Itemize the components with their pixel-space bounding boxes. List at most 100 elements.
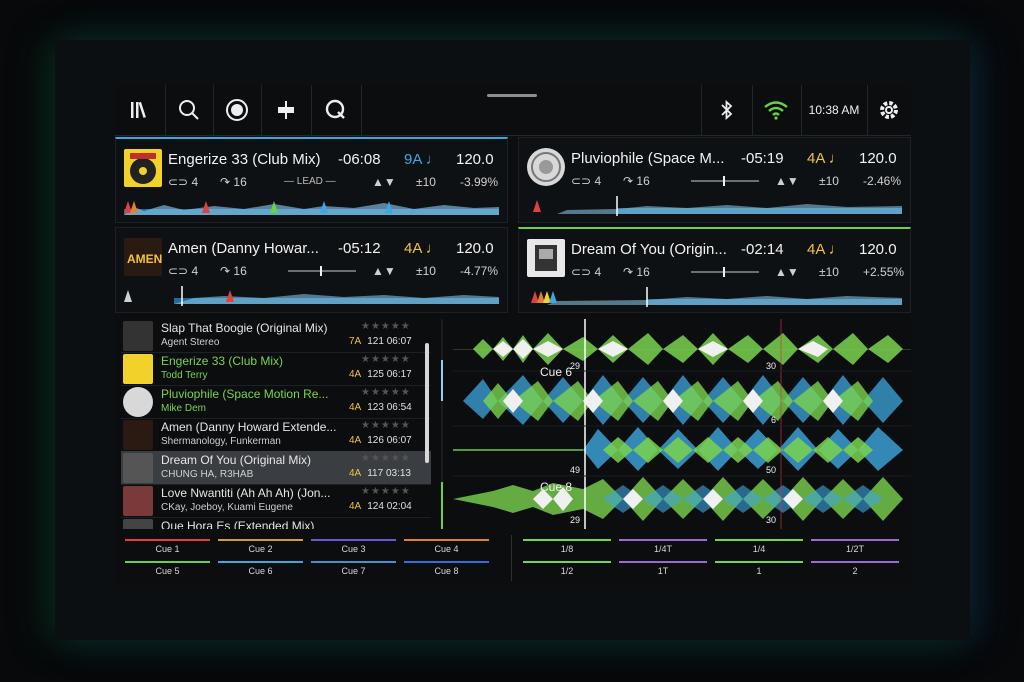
wifi-button[interactable] xyxy=(751,85,802,135)
track-overview-waveform[interactable] xyxy=(527,287,902,307)
pitch-nudge[interactable]: ▲▼ xyxy=(775,174,799,188)
track-overview-waveform[interactable] xyxy=(124,286,499,306)
track-overview-waveform[interactable] xyxy=(527,196,902,216)
cue-1-pad[interactable]: Cue 1 xyxy=(121,539,214,559)
cue-7-pad[interactable]: Cue 7 xyxy=(307,561,400,581)
up-down-icon: ▲▼ xyxy=(775,265,799,279)
library-scrollbar[interactable] xyxy=(425,343,429,463)
pitch-percent: +2.55% xyxy=(863,265,905,279)
loop-size[interactable]: ⊂⊃ 4 xyxy=(571,174,601,188)
list-item-meta: 7A 121 06:07 xyxy=(349,336,412,347)
rating-stars[interactable]: ★★★★★ xyxy=(361,486,411,497)
list-item[interactable]: Engerize 33 (Club Mix) Todd Terry ★★★★★ … xyxy=(121,352,431,386)
loop-1-2-pad[interactable]: 1/2 xyxy=(519,561,615,581)
record-button[interactable] xyxy=(213,85,262,135)
up-down-icon: ▲▼ xyxy=(372,264,396,278)
loop-1-4-pad[interactable]: 1/4 xyxy=(711,539,807,559)
deck-number-4[interactable]: 4 xyxy=(441,482,443,529)
pitch-range[interactable]: ±10 xyxy=(819,174,839,188)
grid-edit-button[interactable] xyxy=(261,85,312,135)
beatjump-size[interactable]: ↷ 16 xyxy=(623,174,650,188)
search-button[interactable] xyxy=(165,85,214,135)
gear-icon xyxy=(880,101,898,119)
list-item[interactable]: Love Nwantiti (Ah Ah Ah) (Jon... CKay, J… xyxy=(121,484,431,518)
library-button[interactable] xyxy=(115,85,166,135)
deck-number-2[interactable]: 2 xyxy=(441,401,443,442)
loop-1-2t-pad[interactable]: 1/2T xyxy=(807,539,903,559)
music-note-icon: ♩ xyxy=(425,151,441,168)
track-overview-waveform[interactable] xyxy=(124,197,499,217)
pitch-percent: -4.77% xyxy=(460,264,499,278)
cue-5-pad[interactable]: Cue 5 xyxy=(121,561,214,581)
list-item[interactable]: Amen (Danny Howard Extende... Shermanolo… xyxy=(121,418,431,452)
deck-number-1[interactable]: 1 xyxy=(441,360,443,401)
lane-3-waveform xyxy=(453,427,903,471)
loop-1-4t-pad[interactable]: 1/4T xyxy=(615,539,711,559)
beatjump-size[interactable]: ↷ 16 xyxy=(623,265,650,279)
pitch-nudge[interactable]: ▲▼ xyxy=(372,175,396,189)
pitch-nudge[interactable]: ▲▼ xyxy=(372,264,396,278)
pull-down-handle[interactable] xyxy=(487,94,537,97)
deck-4-panel[interactable]: Dream Of You (Origin... -02:14 4A ♩ 120.… xyxy=(518,227,911,313)
deck-number-3[interactable]: 3 xyxy=(441,319,443,360)
music-note-icon: ♩ xyxy=(425,240,441,257)
waveform-lanes[interactable]: Cue 6 Cue 8 29 30 6 49 50 29 30 xyxy=(453,319,911,529)
bluetooth-button[interactable] xyxy=(701,85,753,135)
loop-size[interactable]: ⊂⊃ 4 xyxy=(168,264,198,278)
beatjump-size[interactable]: ↷ 16 xyxy=(220,264,247,278)
cue-4-pad[interactable]: Cue 4 xyxy=(400,539,493,559)
loop-1-pad[interactable]: 1 xyxy=(711,561,807,581)
pitch-fader-indicator xyxy=(288,266,356,276)
track-thumbnail xyxy=(123,420,153,450)
settings-button[interactable] xyxy=(867,85,911,135)
loop-size[interactable]: ⊂⊃ 4 xyxy=(168,175,198,189)
loop-2-pad[interactable]: 2 xyxy=(807,561,903,581)
rating-stars[interactable]: ★★★★★ xyxy=(361,387,411,398)
pitch-nudge[interactable]: ▲▼ xyxy=(775,265,799,279)
track-thumbnail xyxy=(123,519,153,529)
loop-size[interactable]: ⊂⊃ 4 xyxy=(571,265,601,279)
list-item-selected[interactable]: Dream Of You (Original Mix) CHUNG HA, R3… xyxy=(121,451,431,485)
quantize-button[interactable] xyxy=(311,85,362,135)
deck-1-panel[interactable]: Engerize 33 (Club Mix) -06:08 9A ♩ 120.0… xyxy=(115,137,508,223)
track-library[interactable]: Slap That Boogie (Original Mix) Agent St… xyxy=(121,319,443,529)
beat-number: 50 xyxy=(766,465,777,475)
deck-2-panel[interactable]: Pluviophile (Space M... -05:19 4A ♩ 120.… xyxy=(518,137,911,223)
remaining-time: -05:12 xyxy=(338,240,381,257)
album-art xyxy=(124,149,162,187)
beat-number: 6 xyxy=(771,415,777,425)
list-item-title: Pluviophile (Space Motion Re... xyxy=(161,387,329,401)
loop-1-8-pad[interactable]: 1/8 xyxy=(519,539,615,559)
list-item-title: Slap That Boogie (Original Mix) xyxy=(161,321,328,335)
pitch-range[interactable]: ±10 xyxy=(416,175,436,189)
rating-stars[interactable]: ★★★★★ xyxy=(361,354,411,365)
list-item-artist: CKay, Joeboy, Kuami Eugene xyxy=(161,502,293,513)
pitch-range[interactable]: ±10 xyxy=(819,265,839,279)
pitch-fader-indicator xyxy=(691,267,759,277)
remaining-time: -06:08 xyxy=(338,151,381,168)
rating-stars[interactable]: ★★★★★ xyxy=(361,453,411,464)
beatjump-size[interactable]: ↷ 16 xyxy=(220,175,247,189)
device-screen: 10:38 AM Engerize 33 (Club Mix) -06:08 9… xyxy=(115,85,911,585)
rating-stars[interactable]: ★★★★★ xyxy=(361,420,411,431)
deck-3-panel[interactable]: AMEN Amen (Danny Howar... -05:12 4A ♩ 12… xyxy=(115,227,508,313)
loop-1t-pad[interactable]: 1T xyxy=(615,561,711,581)
list-item[interactable]: Slap That Boogie (Original Mix) Agent St… xyxy=(121,319,431,353)
list-item[interactable]: Que Hora Es (Extended Mix) xyxy=(121,517,431,529)
bpm: 120.0 xyxy=(859,150,897,167)
list-item-meta: 4A 124 02:04 xyxy=(349,501,412,512)
cue-8-pad[interactable]: Cue 8 xyxy=(400,561,493,581)
cue-2-pad[interactable]: Cue 2 xyxy=(214,539,307,559)
list-item[interactable]: Pluviophile (Space Motion Re... Mike Dem… xyxy=(121,385,431,419)
cue-3-pad[interactable]: Cue 3 xyxy=(307,539,400,559)
beatjump-icon: ↷ xyxy=(220,175,231,189)
cue-6-pad[interactable]: Cue 6 xyxy=(214,561,307,581)
album-art xyxy=(527,148,565,186)
track-title: Pluviophile (Space M... xyxy=(571,150,725,167)
track-thumbnail xyxy=(123,453,153,483)
pitch-percent: -3.99% xyxy=(460,175,499,189)
pitch-range[interactable]: ±10 xyxy=(416,264,436,278)
waveform-canvas xyxy=(453,319,911,529)
wifi-icon xyxy=(764,101,788,120)
rating-stars[interactable]: ★★★★★ xyxy=(361,321,411,332)
